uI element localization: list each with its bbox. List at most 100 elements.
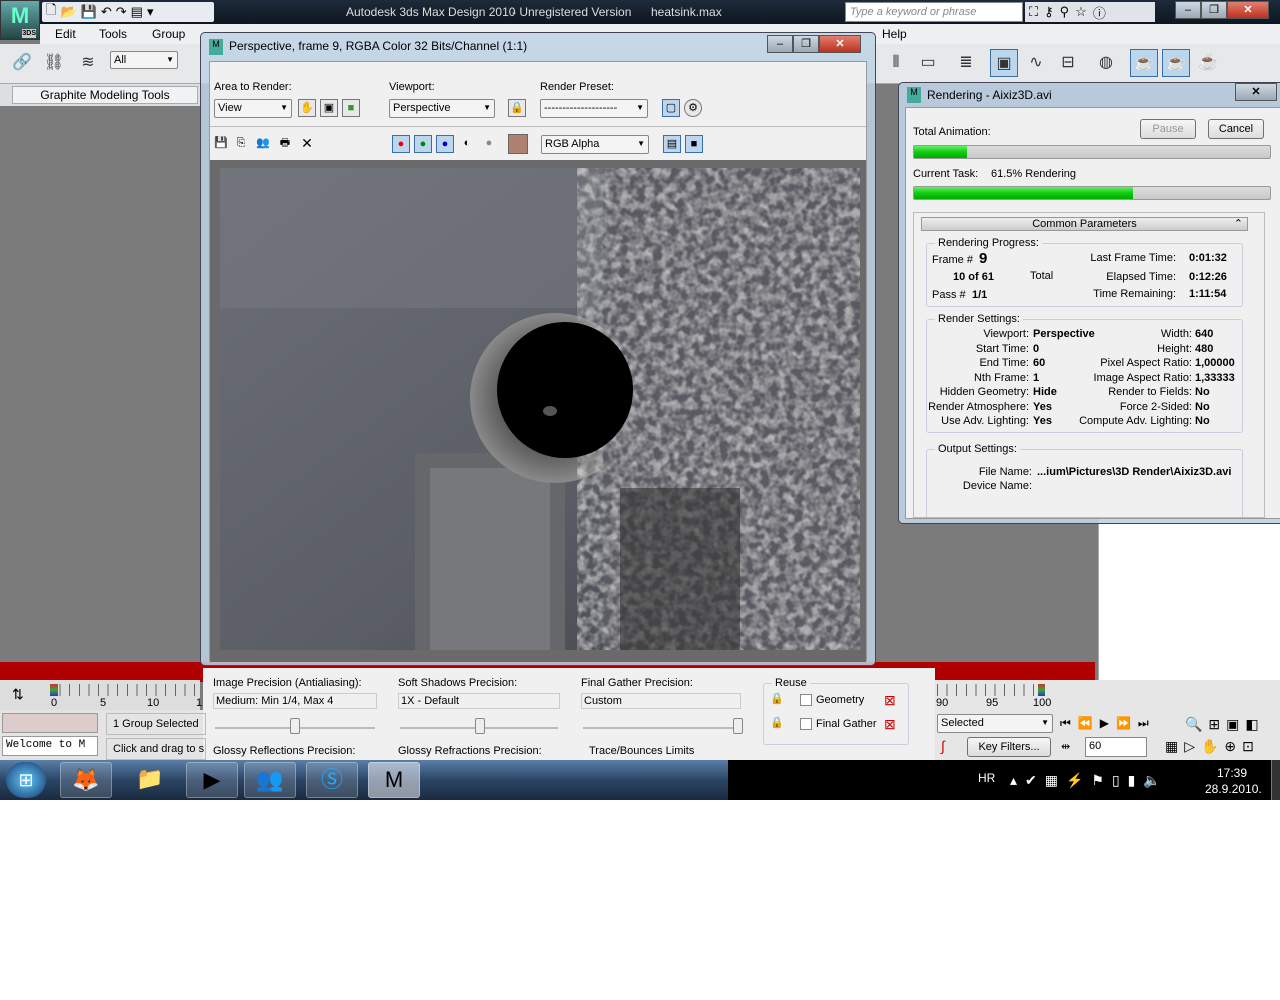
color-swatch[interactable]	[508, 134, 528, 154]
area-to-render-dropdown[interactable]: View	[214, 99, 292, 118]
material-editor-icon[interactable]: ◍	[1092, 49, 1120, 77]
media-player-taskbar-button[interactable]: ▶	[186, 762, 238, 798]
firefox-taskbar-button[interactable]: 🦊	[60, 762, 112, 798]
image-precision-field[interactable]: Medium: Min 1/4, Max 4	[213, 693, 377, 709]
time-slider-thumb[interactable]	[50, 684, 58, 696]
geometry-checkbox[interactable]	[800, 694, 812, 706]
minimize-button[interactable]: –	[1175, 1, 1201, 19]
blue-channel-icon[interactable]: ●	[436, 135, 454, 153]
curve-editor-icon[interactable]: ∫	[941, 738, 945, 754]
key-mode-dropdown[interactable]: Selected	[937, 714, 1053, 733]
skype-taskbar-button[interactable]: Ⓢ	[306, 762, 358, 798]
green-channel-icon[interactable]: ●	[414, 135, 432, 153]
toggle-ui-icon[interactable]: ■	[685, 135, 703, 153]
search-input[interactable]: Type a keyword or phrase	[845, 2, 1023, 22]
render-setup-icon[interactable]: ▢	[662, 99, 680, 117]
image-precision-slider[interactable]	[215, 718, 375, 734]
language-indicator[interactable]: HR	[978, 771, 995, 785]
app-menu-button[interactable]: M 3DS	[0, 0, 40, 40]
key-icon[interactable]: ⚷	[1044, 4, 1054, 20]
save-icon[interactable]: 💾	[81, 4, 97, 20]
star-icon[interactable]: ☆	[1075, 4, 1087, 20]
tab-graphite-modeling-tools[interactable]: Graphite Modeling Tools	[12, 86, 198, 104]
alpha-channel-icon[interactable]: ◐	[458, 135, 476, 153]
save-image-icon[interactable]: 💾	[212, 135, 230, 153]
customize-icon[interactable]: ▾	[147, 4, 154, 20]
cancel-button[interactable]: Cancel	[1208, 119, 1264, 139]
lock-icon[interactable]: 🔒	[770, 716, 784, 729]
lock-icon[interactable]: 🔒	[508, 99, 526, 117]
listener-output[interactable]: Welcome to M	[2, 736, 98, 756]
key-filters-button[interactable]: Key Filters...	[967, 737, 1051, 757]
clear-final-gather-icon[interactable]: ⊠	[884, 716, 896, 733]
scene-explorer-icon[interactable]: ▣	[990, 49, 1018, 77]
maximize-button[interactable]: ❐	[1201, 1, 1227, 19]
selection-filter-dropdown[interactable]: All	[110, 51, 178, 69]
soft-shadows-field[interactable]: 1X - Default	[398, 693, 560, 709]
rollout-common-parameters[interactable]: Common Parameters ⌃	[921, 217, 1248, 231]
soft-shadows-slider[interactable]	[400, 718, 558, 734]
menu-tools[interactable]: Tools	[99, 27, 127, 41]
slider-thumb[interactable]	[290, 718, 300, 734]
edit-region-icon[interactable]: ✋	[298, 99, 316, 117]
link-icon[interactable]: 🔗	[8, 49, 36, 77]
render-cube-icon[interactable]: ■	[342, 99, 360, 117]
satellite-icon[interactable]: ⚲	[1060, 4, 1070, 20]
tray-icons[interactable]: ▴✔▦⚡⚑▯▮🔈	[1010, 772, 1169, 789]
binoculars-icon[interactable]: ⛶	[1029, 4, 1038, 20]
red-channel-icon[interactable]: ●	[392, 135, 410, 153]
undo-icon[interactable]: ↶	[101, 4, 112, 20]
show-desktop-button[interactable]	[1271, 760, 1280, 800]
unlink-icon[interactable]: ⛓	[40, 49, 68, 77]
display-channel-dropdown[interactable]: RGB Alpha	[541, 135, 649, 154]
minimize-button[interactable]: –	[767, 35, 793, 53]
current-frame-input[interactable]: 60	[1085, 737, 1147, 757]
align-icon[interactable]: ▭	[914, 49, 942, 77]
slider-thumb[interactable]	[475, 718, 485, 734]
rendered-frame-window-icon[interactable]: ☕	[1162, 49, 1190, 77]
curve-editor-icon[interactable]: ∿	[1022, 49, 1050, 77]
new-file-icon[interactable]: 🗋	[46, 1, 56, 23]
monochrome-icon[interactable]: ●	[480, 135, 498, 153]
pause-button[interactable]: Pause	[1140, 119, 1196, 139]
clock-time[interactable]: 17:39	[1217, 766, 1247, 780]
auto-region-icon[interactable]: ▣	[320, 99, 338, 117]
lock-icon[interactable]: 🔒	[770, 692, 784, 705]
final-gather-field[interactable]: Custom	[581, 693, 741, 709]
close-button[interactable]: ✕	[1235, 83, 1277, 101]
mirror-icon[interactable]: ⫴	[882, 49, 910, 77]
maxscript-mini-listener[interactable]	[2, 713, 98, 733]
viewport-dropdown[interactable]: Perspective	[389, 99, 495, 118]
menu-group[interactable]: Group	[152, 27, 185, 41]
redo-icon[interactable]: ↷	[116, 4, 127, 20]
render-production-icon[interactable]: ☕	[1194, 49, 1222, 77]
schematic-view-icon[interactable]: ⊟	[1054, 49, 1082, 77]
slider-thumb[interactable]	[733, 718, 743, 734]
close-button[interactable]: ✕	[819, 35, 861, 53]
time-slider[interactable]: ⇅ 0 5 10 1	[0, 680, 202, 712]
viewport-navigation[interactable]: 🔍⊞▣◧	[1185, 716, 1265, 733]
help-icon[interactable]: ⓘ	[1093, 3, 1106, 22]
bind-space-warp-icon[interactable]: ≋	[74, 49, 102, 77]
menu-help[interactable]: Help	[882, 27, 907, 41]
clone-window-icon[interactable]: 👥	[254, 135, 272, 153]
toggle-ui-overlay-icon[interactable]: ▤	[663, 135, 681, 153]
final-gather-checkbox[interactable]	[800, 718, 812, 730]
start-button[interactable]: ⊞	[6, 762, 46, 798]
mini-curve-editor-icon[interactable]: ⇅	[12, 686, 24, 703]
clear-icon[interactable]: ✕	[298, 135, 316, 153]
3dsmax-taskbar-button[interactable]: M	[368, 762, 420, 798]
viewport-navigation-2[interactable]: ▦▷✋⊕⊡	[1165, 738, 1260, 755]
project-folder-icon[interactable]: ▤	[131, 4, 143, 20]
render-preset-dropdown[interactable]: --------------------	[540, 99, 648, 118]
environment-icon[interactable]: ⚙	[684, 99, 702, 117]
messenger-taskbar-button[interactable]: 👥	[244, 762, 296, 798]
explorer-taskbar-button[interactable]: 📁	[124, 762, 176, 798]
clear-geometry-icon[interactable]: ⊠	[884, 692, 896, 709]
layer-manager-icon[interactable]: ≣	[952, 49, 980, 77]
menu-edit[interactable]: Edit	[55, 27, 76, 41]
key-mode-toggle-icon[interactable]: ⇹	[1061, 740, 1070, 753]
open-file-icon[interactable]: 📂	[60, 4, 76, 20]
render-setup-icon[interactable]: ☕	[1130, 49, 1158, 77]
final-gather-slider[interactable]	[583, 718, 743, 734]
